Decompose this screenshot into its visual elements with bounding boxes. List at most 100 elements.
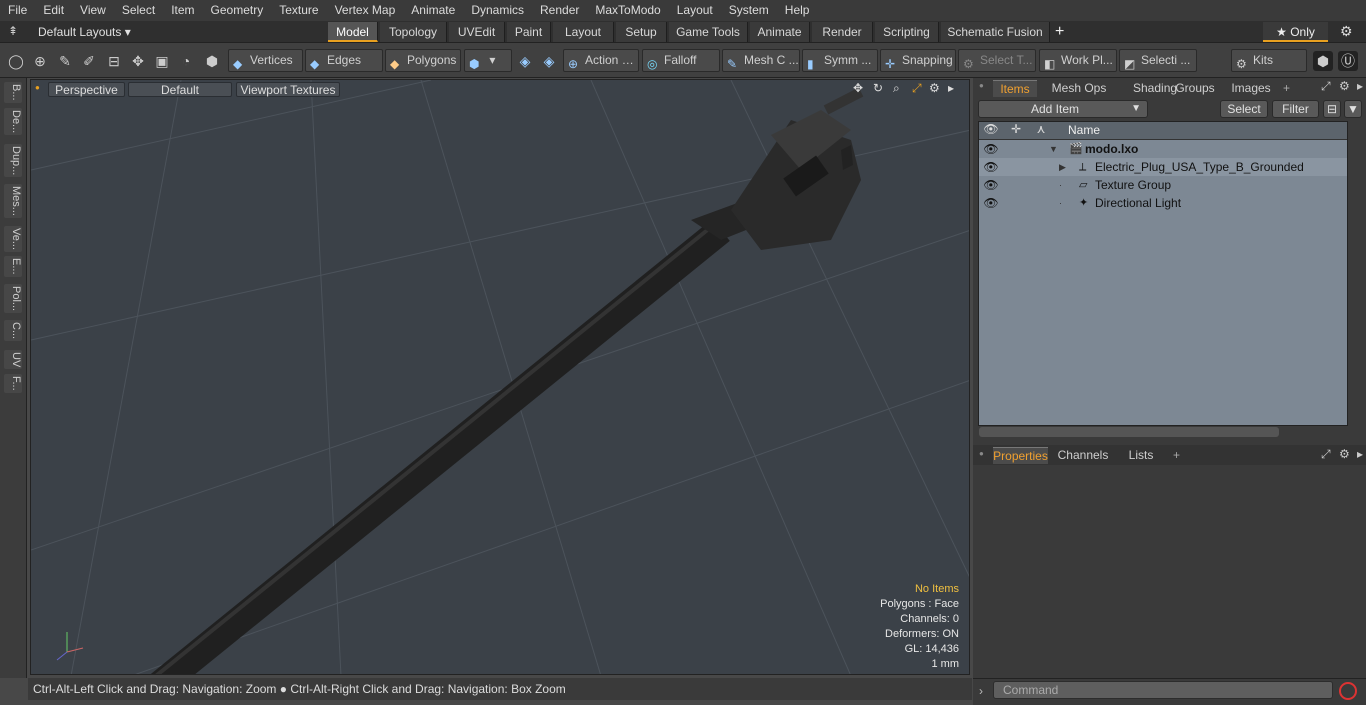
item-row[interactable]: 👁 · ✦ Directional Light: [979, 194, 1347, 212]
snapping-button[interactable]: ✛ Snapping: [880, 49, 956, 72]
menu-item[interactable]: Item: [163, 0, 202, 21]
funnel-icon[interactable]: ▼: [1344, 100, 1362, 118]
menu-edit[interactable]: Edit: [35, 0, 72, 21]
expand-toggle-icon[interactable]: ·: [1059, 194, 1062, 212]
symmetry-y-icon[interactable]: ◈: [539, 51, 559, 71]
left-tab-0[interactable]: B...: [4, 82, 22, 103]
tab-mesh-ops[interactable]: Mesh Ops: [1045, 80, 1113, 97]
tab-items[interactable]: Items: [993, 80, 1037, 97]
item-row[interactable]: 👁 ▶ ⟂ Electric_Plug_USA_Type_B_Grounded: [979, 158, 1347, 176]
pan-icon[interactable]: ✥: [853, 81, 863, 95]
tab-setup[interactable]: Setup: [616, 22, 667, 42]
material-dropdown[interactable]: ⬢ ▾: [464, 49, 512, 72]
eye-icon[interactable]: 👁: [979, 158, 1003, 176]
viewport-textures-button[interactable]: Viewport Textures: [236, 82, 340, 97]
tab-uvedit[interactable]: UVEdit: [449, 22, 505, 42]
menu-file[interactable]: File: [0, 0, 35, 21]
collapse-list-icon[interactable]: ⊟: [1323, 100, 1341, 118]
rotate-icon[interactable]: ◔: [176, 51, 196, 71]
left-tab-4[interactable]: Ve...: [4, 226, 22, 253]
add-props-tab-button[interactable]: +: [1173, 448, 1180, 462]
move-icon[interactable]: ✥: [128, 51, 148, 71]
left-tab-1[interactable]: De...: [4, 108, 22, 136]
unity-icon[interactable]: ⬢: [1313, 51, 1333, 71]
menu-maxtomodo[interactable]: MaxToModo: [587, 0, 668, 21]
add-item-button[interactable]: Add Item ▼: [978, 100, 1148, 118]
menu-select[interactable]: Select: [114, 0, 163, 21]
left-tab-6[interactable]: Pol...: [4, 284, 22, 314]
left-tab-9[interactable]: F...: [4, 374, 22, 393]
add-tab-button[interactable]: +: [1055, 22, 1073, 42]
only-toggle[interactable]: ★ Only: [1263, 22, 1328, 42]
menu-view[interactable]: View: [72, 0, 114, 21]
polygons-button[interactable]: ◆ Polygons: [385, 49, 461, 72]
viewport-gear-icon[interactable]: ⚙: [929, 81, 940, 95]
items-scrollbar[interactable]: [979, 427, 1279, 437]
rotate-view-icon[interactable]: ↻: [873, 81, 883, 95]
item-row[interactable]: 👁 ▼ 🎬 modo.lxo: [979, 140, 1347, 158]
items-gear-icon[interactable]: ⚙: [1339, 79, 1350, 93]
tab-properties[interactable]: Properties: [993, 447, 1048, 464]
view-perspective-button[interactable]: Perspective: [48, 82, 125, 97]
tab-lists[interactable]: Lists: [1119, 447, 1163, 464]
action-center-button[interactable]: ⊕ Action …: [563, 49, 639, 72]
menu-geometry[interactable]: Geometry: [203, 0, 272, 21]
props-menu-icon[interactable]: ▸: [1357, 447, 1363, 461]
viewport-menu-icon[interactable]: ▸: [948, 81, 954, 95]
circle-select-icon[interactable]: ◯: [6, 51, 26, 71]
symmetry-x-icon[interactable]: ◈: [515, 51, 535, 71]
menu-texture[interactable]: Texture: [271, 0, 326, 21]
menu-layout[interactable]: Layout: [669, 0, 721, 21]
work-plane-button[interactable]: ◧ Work Pl...: [1039, 49, 1117, 72]
layouts-dropdown[interactable]: Default Layouts ▾: [22, 21, 131, 43]
tab-model[interactable]: Model: [328, 22, 378, 42]
edges-button[interactable]: ◆ Edges: [305, 49, 383, 72]
falloff-button[interactable]: ◎ Falloff: [642, 49, 720, 72]
items-menu-icon[interactable]: ▸: [1357, 79, 1363, 93]
eye-icon[interactable]: 👁: [979, 194, 1003, 212]
tab-topology[interactable]: Topology: [380, 22, 447, 42]
menu-vertex-map[interactable]: Vertex Map: [327, 0, 404, 21]
left-tab-2[interactable]: Dup...: [4, 144, 22, 178]
left-tab-7[interactable]: C...: [4, 320, 22, 342]
kits-button[interactable]: ⚙ Kits: [1231, 49, 1307, 72]
tab-render[interactable]: Render: [812, 22, 873, 42]
tab-layout[interactable]: Layout: [553, 22, 614, 42]
menu-animate[interactable]: Animate: [403, 0, 463, 21]
command-input[interactable]: Command: [993, 681, 1333, 699]
tab-animate[interactable]: Animate: [750, 22, 810, 42]
tab-paint[interactable]: Paint: [507, 22, 551, 42]
filter-button[interactable]: Filter: [1272, 100, 1319, 118]
select-through-button[interactable]: ⚙ Select T...: [958, 49, 1036, 72]
add-items-tab-button[interactable]: +: [1283, 81, 1290, 95]
menu-help[interactable]: Help: [777, 0, 818, 21]
select-button[interactable]: Select: [1220, 100, 1268, 118]
tab-schematic-fusion[interactable]: Schematic Fusion: [941, 22, 1050, 42]
vertices-button[interactable]: ◆ Vertices: [228, 49, 303, 72]
expand-icon[interactable]: ⤢: [1321, 79, 1331, 94]
collapse-icon[interactable]: ⇞: [8, 24, 18, 38]
brush-icon[interactable]: ✐: [79, 51, 99, 71]
item-mode-icon[interactable]: ⬢: [202, 51, 222, 71]
left-tab-5[interactable]: E...: [4, 256, 22, 277]
shading-default-button[interactable]: Default: [128, 82, 232, 97]
maximize-icon[interactable]: ⤢: [912, 81, 922, 96]
selection-sets-button[interactable]: ◩ Selecti ...: [1119, 49, 1197, 72]
props-expand-icon[interactable]: ⤢: [1321, 447, 1331, 462]
tab-images[interactable]: Images: [1224, 80, 1278, 97]
menu-system[interactable]: System: [721, 0, 777, 21]
item-row[interactable]: 👁 · ▱ Texture Group: [979, 176, 1347, 194]
record-icon[interactable]: [1339, 682, 1357, 700]
gear-icon[interactable]: ⚙: [1340, 23, 1353, 40]
scale-icon[interactable]: ▣: [152, 51, 172, 71]
tab-game-tools[interactable]: Game Tools: [669, 22, 748, 42]
eye-icon[interactable]: 👁: [979, 176, 1003, 194]
menu-render[interactable]: Render: [532, 0, 587, 21]
props-gear-icon[interactable]: ⚙: [1339, 447, 1350, 461]
expand-toggle-icon[interactable]: ▼: [1049, 140, 1058, 158]
eye-icon[interactable]: 👁: [979, 140, 1003, 158]
expand-toggle-icon[interactable]: ▶: [1059, 158, 1066, 176]
3d-viewport[interactable]: ● Perspective Default Viewport Textures …: [30, 79, 970, 675]
tab-scripting[interactable]: Scripting: [875, 22, 939, 42]
left-tab-3[interactable]: Mes...: [4, 184, 22, 218]
